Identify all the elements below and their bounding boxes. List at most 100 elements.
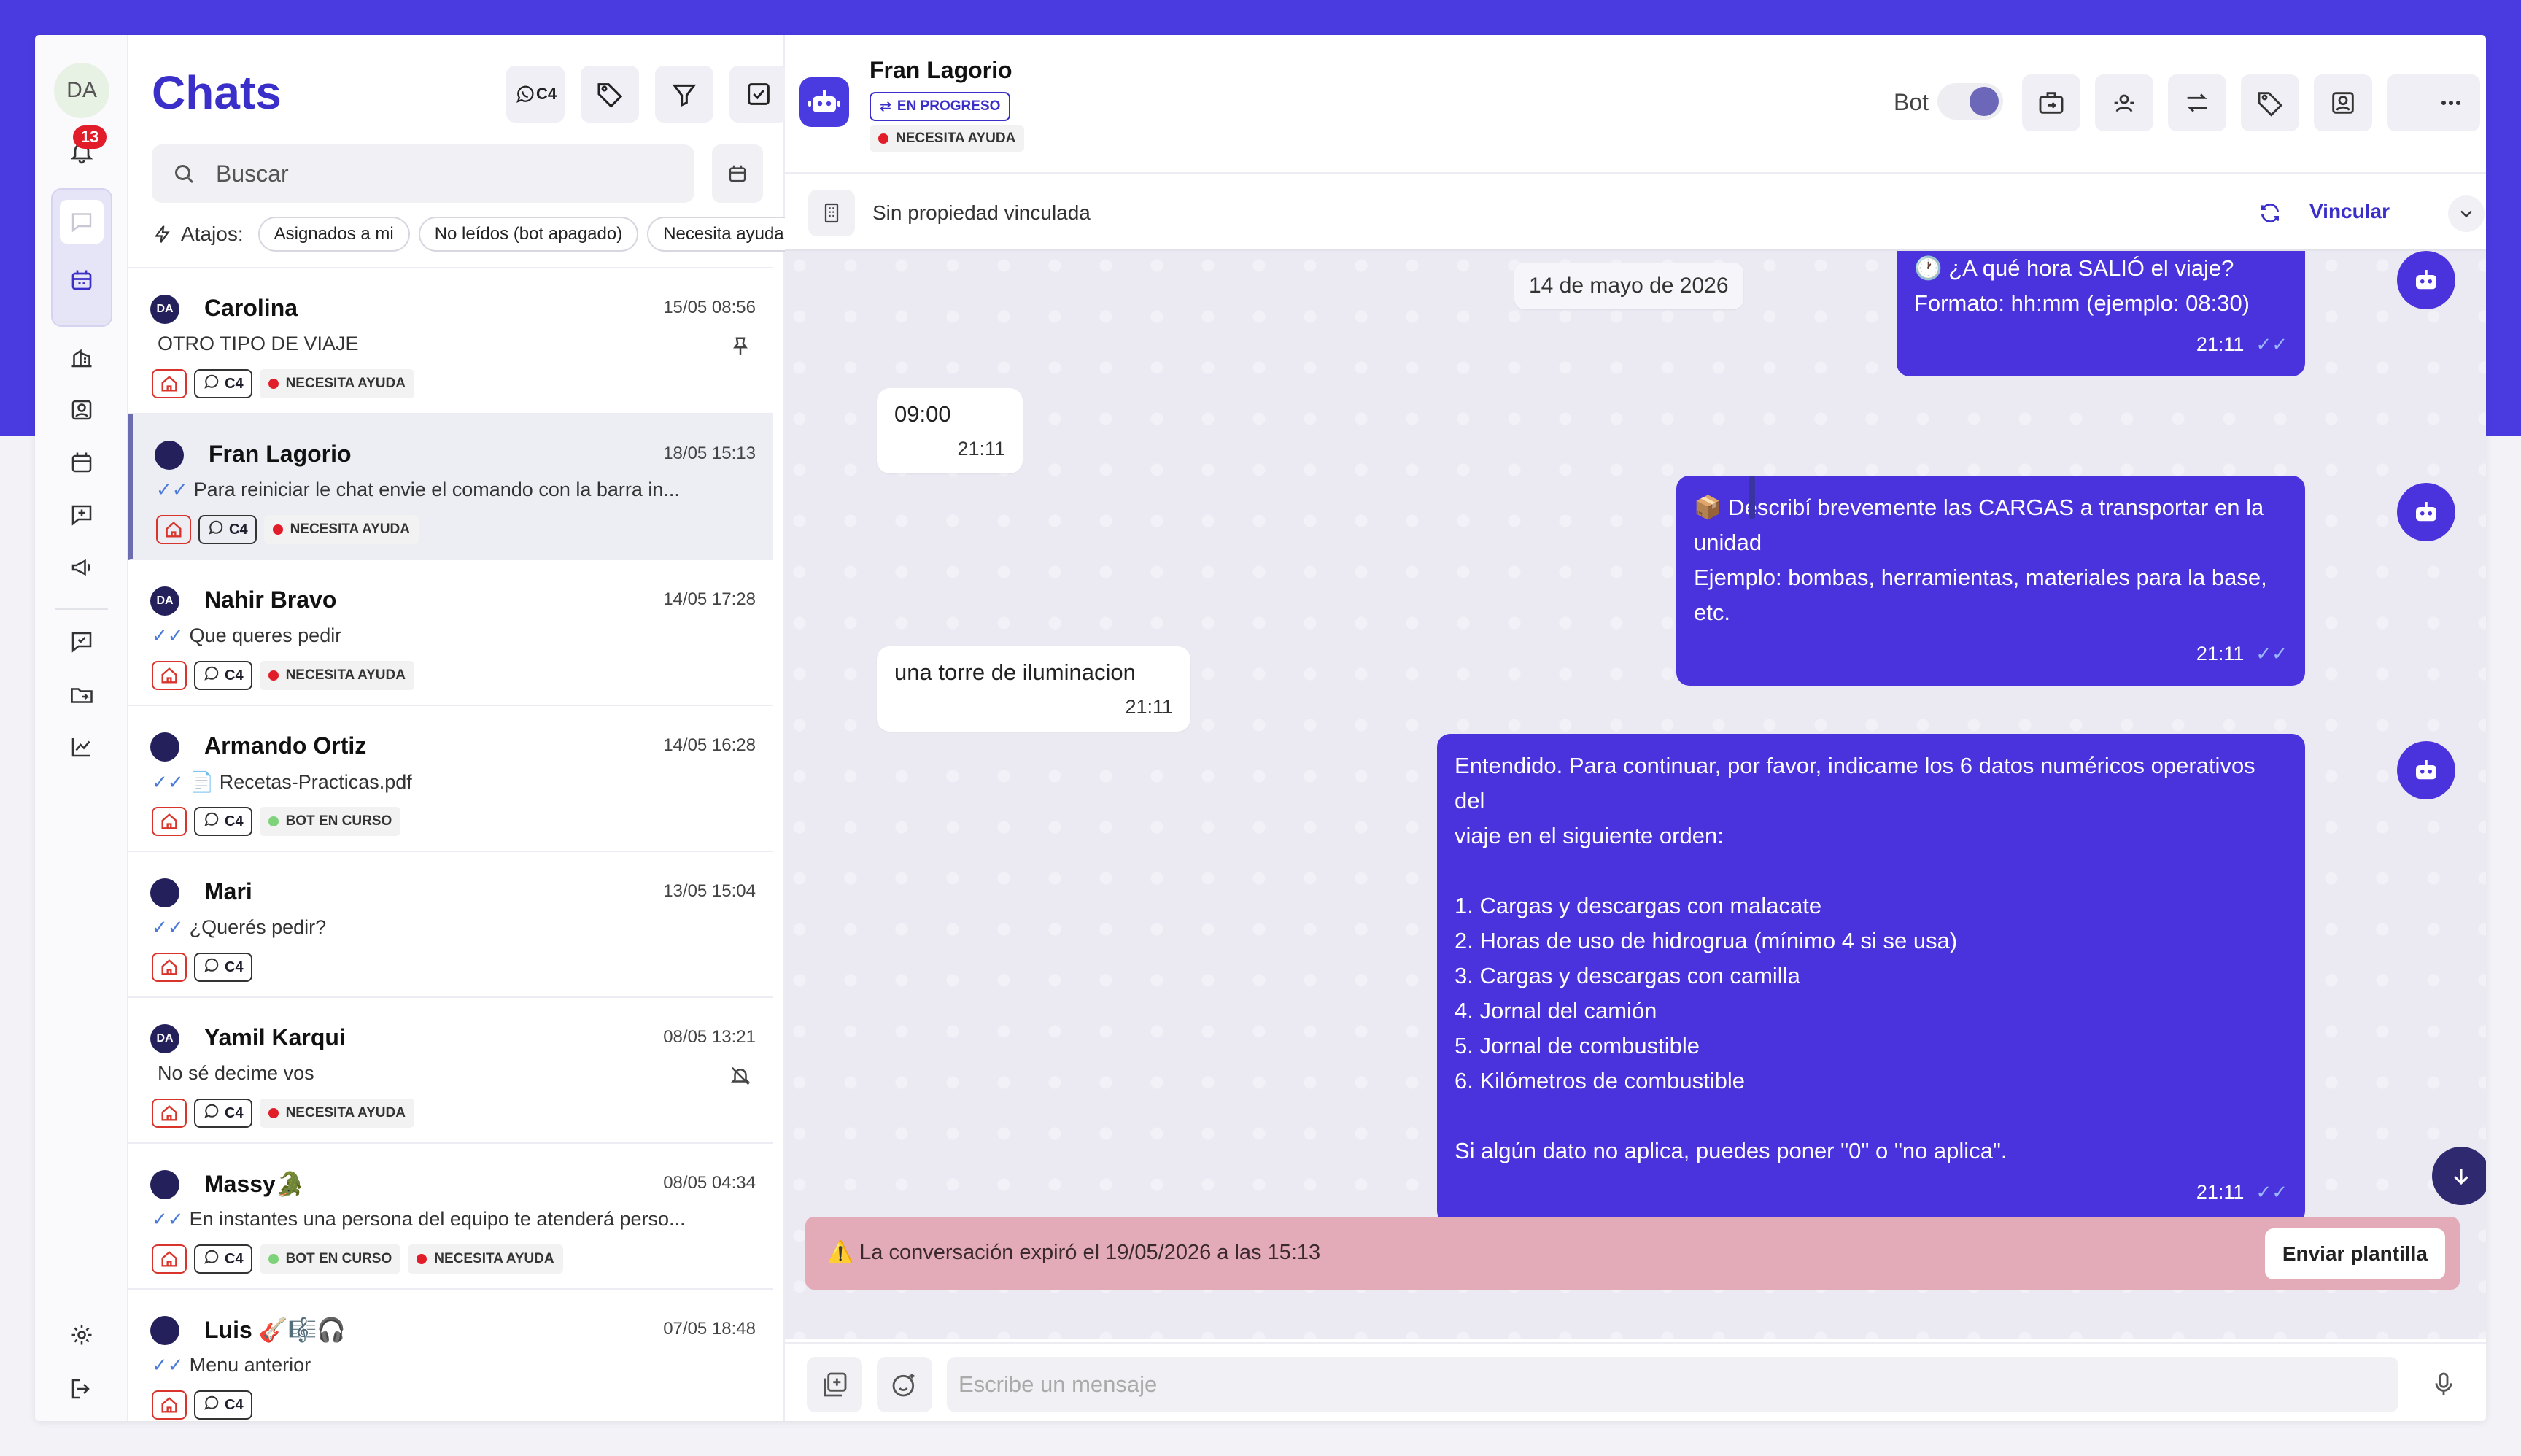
last-message-preview: ✓✓ Menu anterior: [152, 1354, 311, 1376]
message-time: 21:11: [2196, 1181, 2245, 1203]
bot-toggle[interactable]: [1937, 83, 2003, 120]
send-template-button[interactable]: Enviar plantilla: [2264, 1228, 2445, 1279]
status-dot: [268, 379, 279, 389]
expired-text: ⚠️ La conversación expiró el 19/05/2026 …: [827, 1241, 1321, 1264]
read-ticks-icon: ✓✓: [2255, 333, 2288, 355]
tag-icon: [2258, 92, 2283, 117]
last-message-time: 18/05 15:13: [663, 444, 756, 463]
home-icon: [152, 661, 187, 690]
status-tag: BOT EN CURSO: [259, 1244, 401, 1274]
gear-icon[interactable]: [67, 1320, 96, 1349]
last-message-time: 15/05 08:56: [663, 298, 756, 317]
voice-button[interactable]: [2416, 1357, 2471, 1412]
muted-bell-icon: [729, 1065, 751, 1087]
filter-button[interactable]: [655, 66, 713, 123]
pin-icon[interactable]: [729, 336, 751, 357]
shortcut-chip[interactable]: Necesita ayuda: [647, 217, 785, 252]
analytics-chart-icon[interactable]: [67, 732, 96, 762]
message-input[interactable]: [947, 1357, 2398, 1412]
status-dot: [417, 1254, 427, 1264]
search-input[interactable]: Buscar: [216, 160, 289, 187]
chat-list-item[interactable]: DA Carolina 15/05 08:56 OTRO TIPO DE VIA…: [128, 268, 773, 414]
transfer-icon: [2187, 93, 2207, 112]
outgoing-message[interactable]: 🕐 ¿A qué hora SALIÓ el viaje? Formato: h…: [1897, 251, 2305, 376]
outgoing-message[interactable]: 📦 Describí brevemente las CARGAS a trans…: [1676, 476, 2305, 686]
chat-list-item[interactable]: Massy🐊 08/05 04:34 ✓✓ En instantes una p…: [128, 1144, 773, 1290]
outgoing-message[interactable]: Entendido. Para continuar, por favor, in…: [1437, 734, 2305, 1224]
whatsapp-icon: [516, 85, 534, 103]
incoming-message[interactable]: una torre de iluminacion 21:11: [877, 646, 1190, 732]
transfer-button[interactable]: [2168, 74, 2226, 131]
chat-list-item[interactable]: DA Nahir Bravo 14/05 17:28 ✓✓ Que queres…: [128, 560, 773, 706]
contact-details-button[interactable]: [2314, 74, 2372, 131]
property-bar: Sin propiedad vinculada Vincular: [785, 172, 2486, 251]
logout-icon[interactable]: [67, 1374, 96, 1403]
home-icon: [152, 369, 187, 398]
expand-property-button[interactable]: [2448, 195, 2485, 232]
megaphone-icon[interactable]: [67, 553, 96, 582]
channel-tag: C4: [194, 807, 252, 836]
emoji-plus-icon: [892, 1374, 915, 1397]
date-filter-button[interactable]: [712, 144, 763, 203]
contact-name: Yamil Karqui: [204, 1024, 346, 1050]
contact-card-icon: [2332, 92, 2354, 114]
select-mode-button[interactable]: [729, 66, 788, 123]
contact-name[interactable]: Fran Lagorio: [870, 57, 1012, 84]
shortcut-chip[interactable]: Asignados a mi: [257, 217, 410, 252]
conversation-scrollbar[interactable]: [1749, 476, 1755, 519]
last-message-time: 08/05 13:21: [663, 1027, 756, 1047]
bot-avatar: [799, 77, 849, 127]
arrow-down-icon: [2454, 1169, 2468, 1185]
chat-list-item[interactable]: Luis 🎸🎼🎧 07/05 18:48 ✓✓ Menu anterior C4: [128, 1290, 773, 1421]
inbox-grid-icon[interactable]: [67, 266, 96, 295]
link-property-button[interactable]: Vincular: [2261, 200, 2390, 223]
assign-agent-button[interactable]: [2095, 74, 2153, 131]
channel-tag: C4: [194, 953, 252, 982]
message-check-icon[interactable]: [67, 627, 96, 657]
home-icon: [152, 807, 187, 836]
shortcut-chip[interactable]: No leídos (bot apagado): [418, 217, 639, 252]
more-options-button[interactable]: [2422, 74, 2480, 131]
chat-list-item[interactable]: Armando Ortiz 14/05 16:28 ✓✓ 📄 Recetas-P…: [128, 706, 773, 852]
chat-list-item[interactable]: DA Yamil Karqui 08/05 13:21 No sé decime…: [128, 998, 773, 1144]
help-status-tag: NECESITA AYUDA: [870, 125, 1025, 152]
incoming-message[interactable]: 09:00 21:11: [877, 388, 1023, 473]
channel-tag: C4: [194, 661, 252, 690]
attach-button[interactable]: [807, 1357, 862, 1412]
last-message-preview: ✓✓ Que queres pedir: [152, 624, 342, 646]
messages-area[interactable]: 14 de mayo de 2026 🕐 ¿A qué hora SALIÓ e…: [785, 251, 2486, 1339]
status-dot: [268, 816, 279, 826]
calendar-icon[interactable]: [67, 448, 96, 477]
chat-list-item[interactable]: Fran Lagorio 18/05 15:13 ✓✓ Para reinici…: [128, 414, 773, 560]
status-dot: [268, 1108, 279, 1118]
chat-bubble-icon[interactable]: [60, 200, 104, 244]
folder-share-icon[interactable]: [67, 680, 96, 709]
chat-list-item[interactable]: Mari 13/05 15:04 ✓✓ ¿Querés pedir? C4: [128, 852, 773, 998]
tag-icon: [597, 83, 623, 108]
refresh-icon[interactable]: [2258, 201, 2282, 230]
conversation-status-pill[interactable]: ⇄ EN PROGRESO: [870, 92, 1011, 121]
briefcase-swap-icon: [2039, 92, 2064, 114]
emoji-button[interactable]: [877, 1357, 932, 1412]
contact-name: Nahir Bravo: [204, 586, 337, 613]
user-avatar[interactable]: DA: [54, 63, 109, 118]
more-dots-icon: [2441, 101, 2460, 105]
buildings-icon[interactable]: [67, 343, 96, 372]
scroll-to-bottom-button[interactable]: [2432, 1147, 2486, 1205]
last-message-preview: No sé decime vos: [158, 1062, 314, 1084]
status-tag: NECESITA AYUDA: [259, 1099, 414, 1128]
message-plus-icon[interactable]: [67, 500, 96, 530]
tag-conversation-button[interactable]: [2241, 74, 2299, 131]
message-time: 21:11: [2196, 333, 2245, 355]
property-status-text: Sin propiedad vinculada: [872, 201, 1091, 224]
status-dot: [268, 1254, 279, 1264]
search-box[interactable]: Buscar: [152, 144, 694, 203]
tags-button[interactable]: [581, 66, 639, 123]
channel-filter-button[interactable]: C4: [506, 66, 565, 123]
contact-card-icon[interactable]: [67, 395, 96, 425]
whatsapp-icon: [203, 956, 220, 978]
assign-property-button[interactable]: [2022, 74, 2080, 131]
app-window: DA 13 Chats C4 Buscar Atajos: Asignados …: [35, 35, 2486, 1421]
home-icon: [152, 953, 187, 982]
bot-sender-icon: [2397, 741, 2455, 799]
